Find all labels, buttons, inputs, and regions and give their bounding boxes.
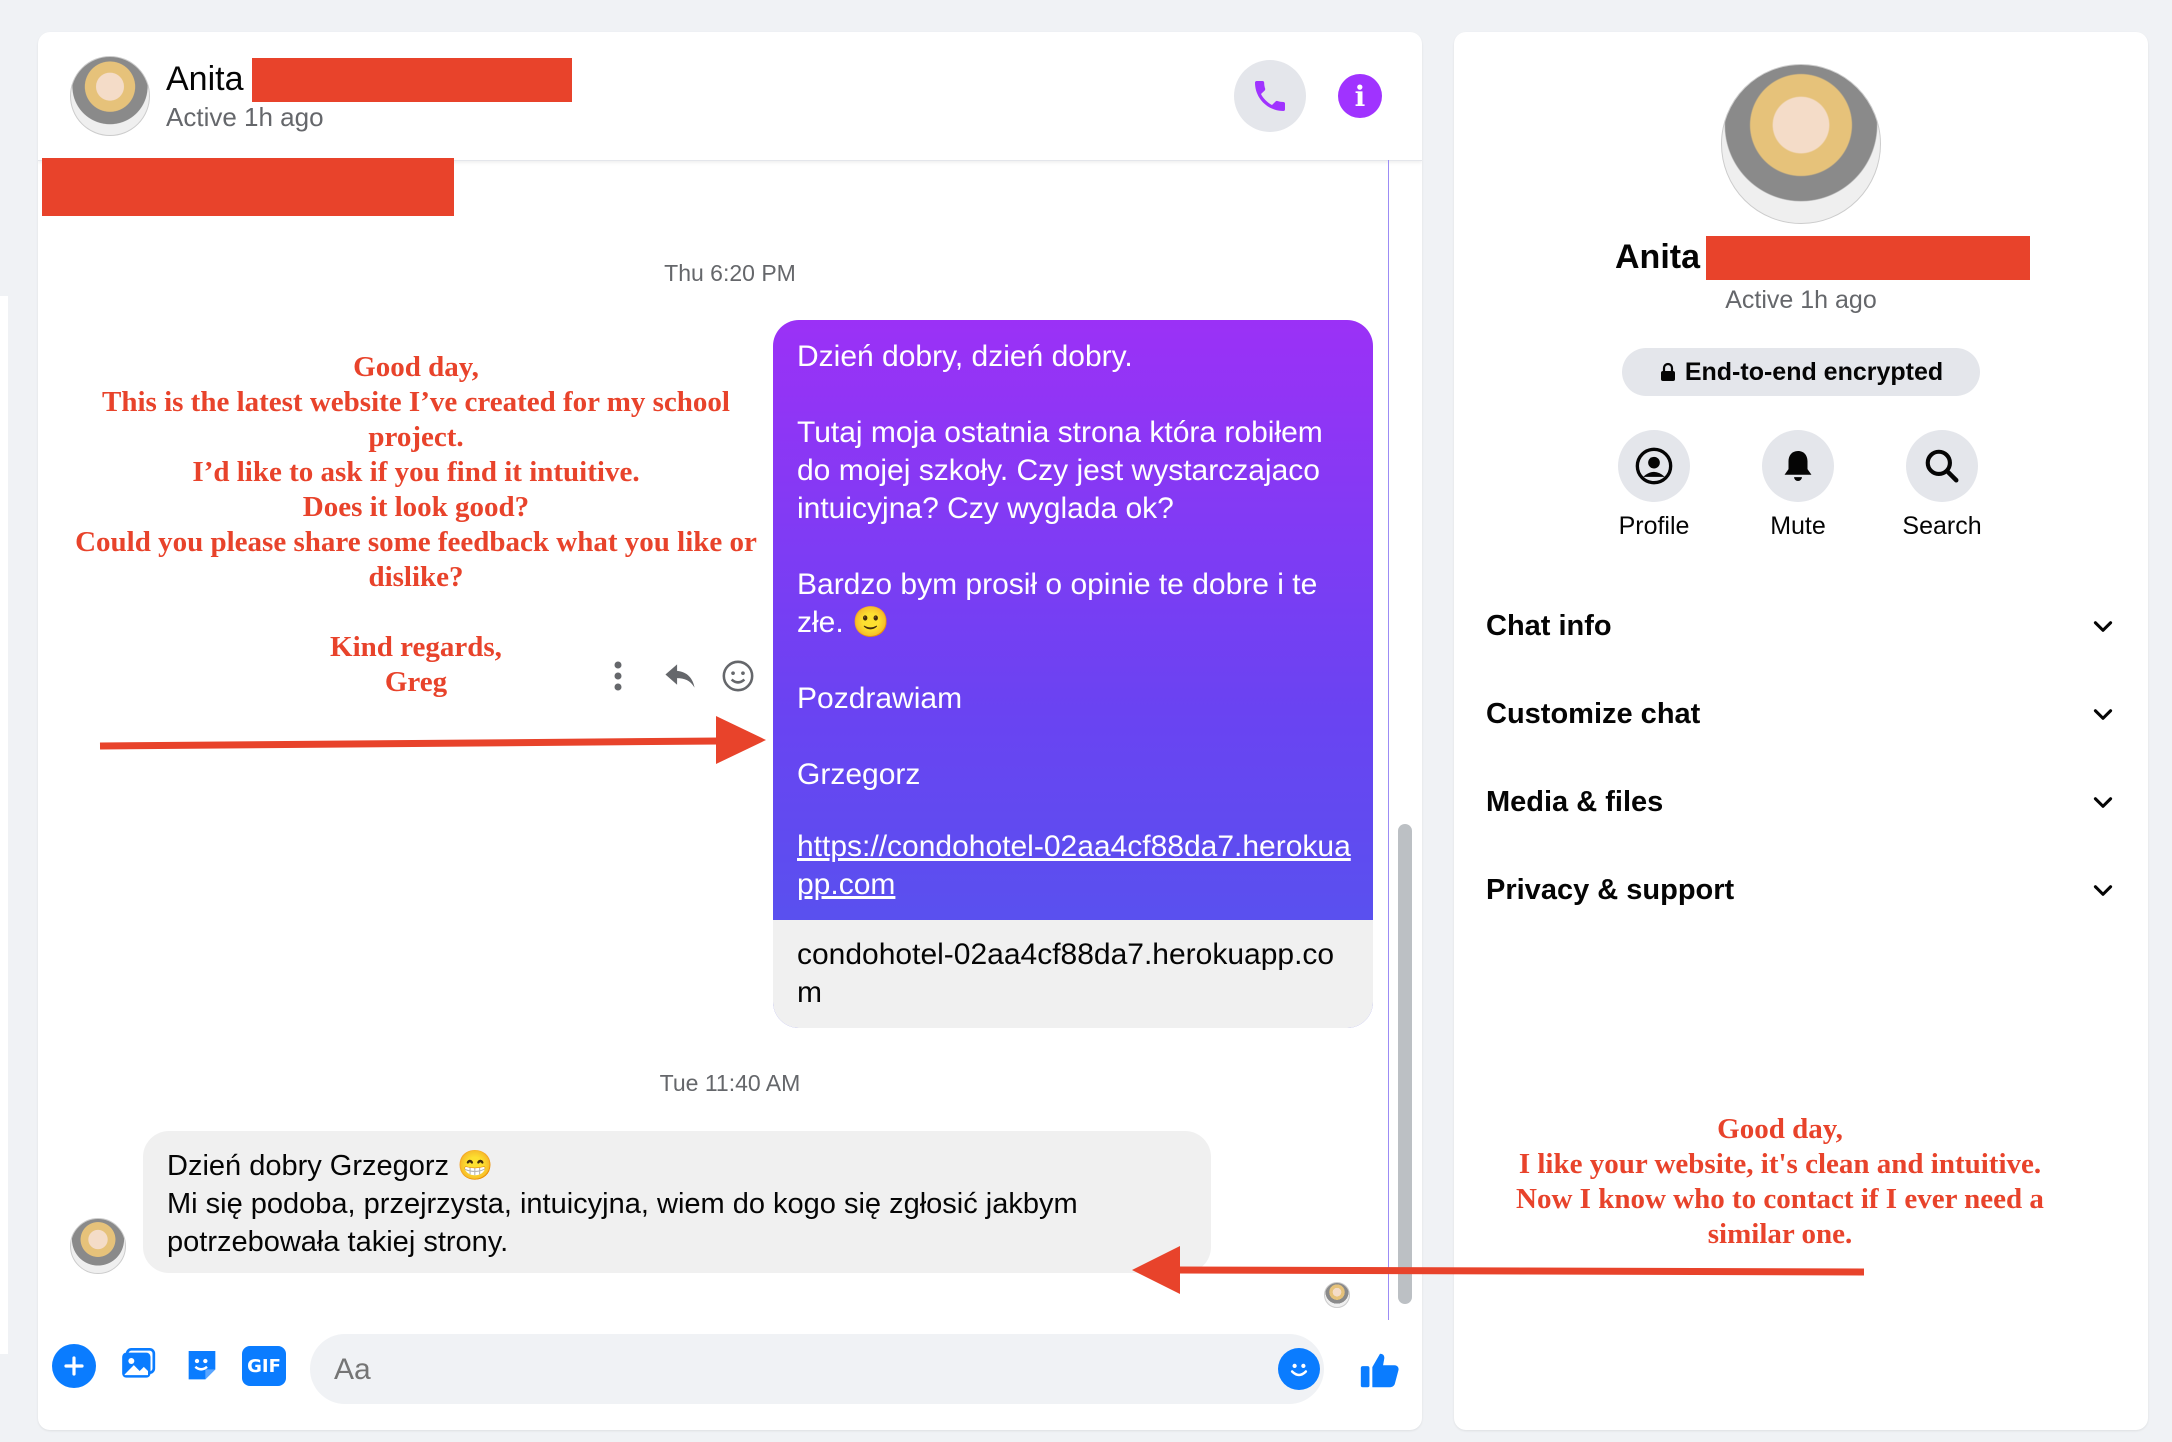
encryption-label: End-to-end encrypted bbox=[1684, 357, 1944, 386]
profile-icon bbox=[1635, 447, 1673, 485]
lock-icon bbox=[1660, 362, 1675, 381]
chat-header: Anita Active 1h ago i bbox=[38, 32, 1422, 161]
scrollbar[interactable] bbox=[1398, 824, 1412, 1304]
emoji-icon[interactable] bbox=[1278, 1348, 1320, 1390]
chevron-down-icon bbox=[2093, 797, 2113, 808]
contact-status: Active 1h ago bbox=[166, 102, 324, 132]
contact-avatar[interactable] bbox=[70, 1218, 126, 1274]
incoming-message[interactable]: Dzień dobry Grzegorz 😁 Mi się podoba, pr… bbox=[143, 1131, 1211, 1273]
contact-name: Anita bbox=[1615, 238, 1700, 276]
audio-call-button[interactable] bbox=[1234, 60, 1306, 132]
annotation-left: Good day, This is the latest website I’v… bbox=[75, 351, 757, 698]
link-preview[interactable]: condohotel-02aa4cf88da7.herokuapp.com bbox=[773, 920, 1373, 1028]
contact-status: Active 1h ago bbox=[1725, 286, 1877, 314]
link-preview-title: condohotel-02aa4cf88da7.herokuapp.com bbox=[797, 938, 1335, 1009]
photo-icon[interactable] bbox=[116, 1344, 160, 1388]
section-label: Chat info bbox=[1486, 609, 1612, 642]
section-label: Privacy & support bbox=[1486, 873, 1735, 906]
message-text: Dzień dobry Grzegorz 😁 Mi się podoba, pr… bbox=[167, 1150, 1078, 1258]
redaction-bar bbox=[252, 58, 572, 102]
timestamp: Tue 11:40 AM bbox=[659, 1070, 801, 1096]
phone-icon bbox=[1255, 81, 1285, 111]
contact-avatar[interactable] bbox=[1721, 64, 1881, 224]
divider bbox=[1388, 160, 1389, 1320]
profile-button[interactable]: Profile bbox=[1584, 430, 1724, 541]
contact-avatar[interactable] bbox=[70, 56, 150, 136]
message-input[interactable] bbox=[332, 1334, 1236, 1406]
timestamp: Thu 6:20 PM bbox=[664, 260, 796, 286]
section-privacy-support[interactable]: Privacy & support bbox=[1486, 860, 2116, 920]
section-media-files[interactable]: Media & files bbox=[1486, 772, 2116, 832]
message-link[interactable]: https://condohotel-02aa4cf88da7.herokuap… bbox=[797, 828, 1357, 904]
message-text: Dzień dobry, dzień dobry. Tutaj moja ost… bbox=[797, 340, 1323, 791]
action-label: Profile bbox=[1618, 512, 1690, 540]
encryption-badge[interactable]: End-to-end encrypted bbox=[1622, 348, 1980, 396]
outgoing-message[interactable]: Dzień dobry, dzień dobry. Tutaj moja ost… bbox=[773, 320, 1373, 1028]
search-icon bbox=[1925, 449, 1959, 483]
action-label: Search bbox=[1902, 512, 1982, 540]
annotation-right: Good day, I like your website, it's clea… bbox=[1516, 1113, 2044, 1250]
section-customize-chat[interactable]: Customize chat bbox=[1486, 684, 2116, 744]
redaction-bar bbox=[1706, 236, 2030, 280]
redaction-bar bbox=[42, 158, 454, 216]
mute-button[interactable]: Mute bbox=[1728, 430, 1868, 541]
chevron-down-icon bbox=[2093, 709, 2113, 720]
action-label: Mute bbox=[1770, 512, 1826, 540]
like-icon[interactable] bbox=[1352, 1342, 1408, 1398]
contact-name[interactable]: Anita bbox=[166, 60, 244, 99]
section-chat-info[interactable]: Chat info bbox=[1486, 596, 2116, 656]
chevron-down-icon bbox=[2093, 885, 2113, 896]
section-label: Customize chat bbox=[1486, 697, 1701, 730]
section-label: Media & files bbox=[1486, 785, 1664, 818]
gif-icon[interactable]: GIF bbox=[242, 1346, 286, 1386]
message-composer[interactable] bbox=[310, 1334, 1324, 1406]
read-receipt-avatar bbox=[1324, 1282, 1350, 1308]
chevron-down-icon bbox=[2093, 621, 2113, 632]
info-icon[interactable]: i bbox=[1338, 74, 1382, 118]
bell-icon bbox=[1784, 450, 1812, 482]
search-button[interactable]: Search bbox=[1872, 430, 2012, 541]
add-icon[interactable] bbox=[52, 1344, 96, 1388]
left-edge bbox=[0, 296, 8, 1354]
chat-panel: Anita Active 1h ago i Thu 6:20 PM Dzień … bbox=[38, 32, 1422, 1430]
sticker-icon[interactable] bbox=[180, 1344, 224, 1388]
